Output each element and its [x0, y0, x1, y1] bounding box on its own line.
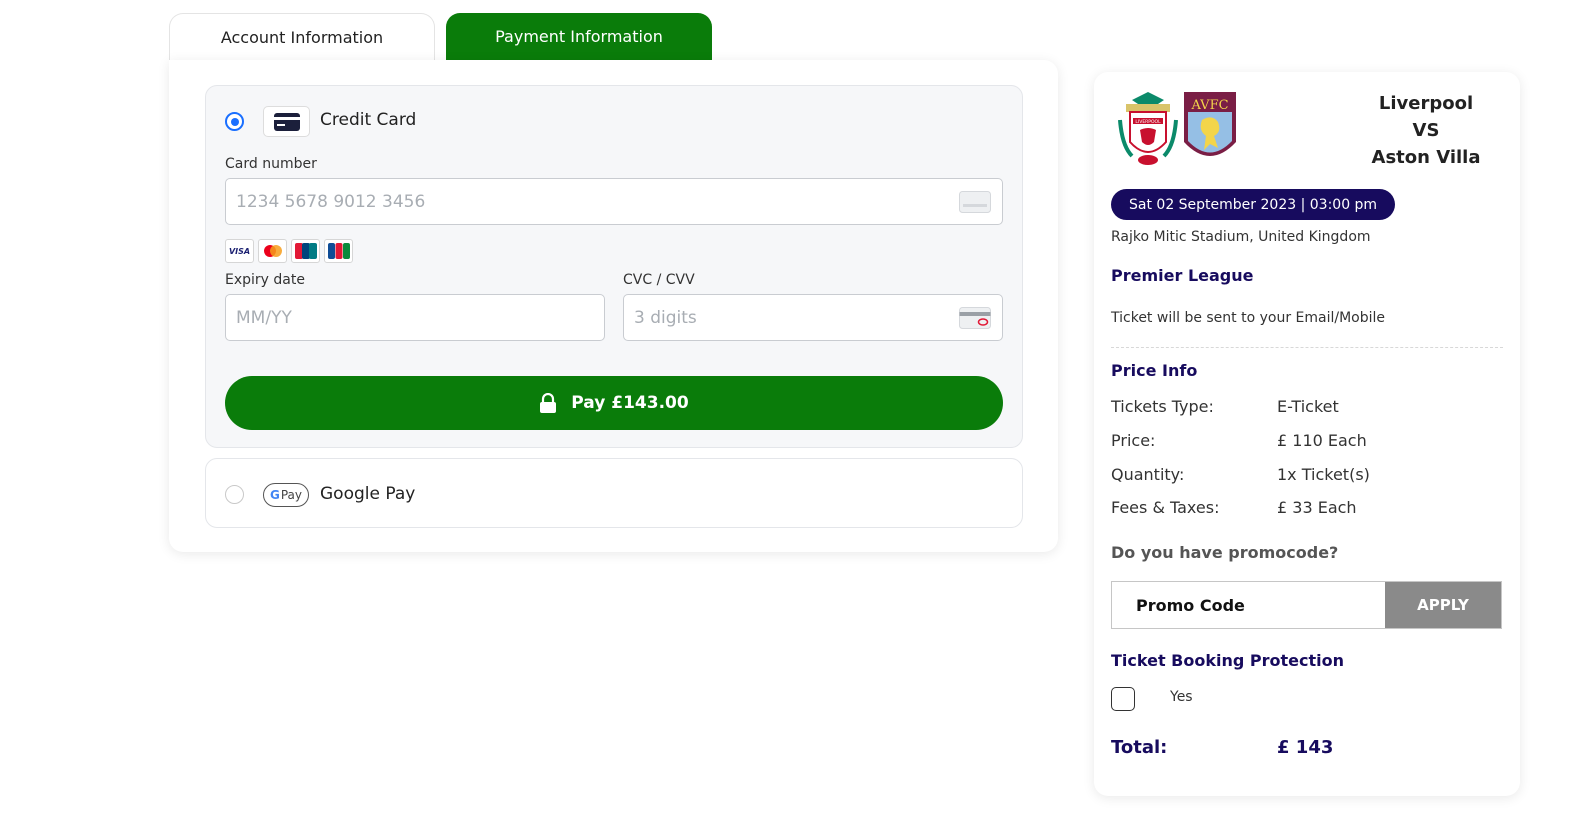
credit-card-title: Credit Card	[320, 110, 417, 130]
away-team: Aston Villa	[1371, 147, 1481, 168]
expiry-label: Expiry date	[225, 272, 305, 288]
tab-account-information[interactable]: Account Information	[169, 13, 435, 60]
booking-protection-checkbox[interactable]	[1111, 687, 1135, 711]
price-row-quantity: Quantity: 1x Ticket(s)	[1111, 465, 1370, 484]
promo-question: Do you have promocode?	[1111, 543, 1339, 562]
match-date-badge: Sat 02 September 2023 | 03:00 pm	[1111, 189, 1396, 220]
divider	[1111, 347, 1503, 348]
order-summary: LIVERPOOL AVFC Liverpool VS Aston Villa …	[1094, 72, 1520, 796]
price-info-title: Price Info	[1111, 361, 1198, 380]
google-pay-radio[interactable]	[225, 485, 244, 504]
price-row-fees: Fees & Taxes: £ 33 Each	[1111, 498, 1357, 517]
credit-card-method: Credit Card Card number VISA	[205, 85, 1023, 448]
price-row-value: £ 110 Each	[1277, 431, 1367, 450]
google-pay-icon: G Pay	[263, 483, 309, 507]
card-brands: VISA	[225, 239, 353, 263]
card-number-label: Card number	[225, 156, 317, 172]
price-row-price: Price: £ 110 Each	[1111, 431, 1367, 450]
card-number-field[interactable]	[225, 178, 1003, 225]
price-row-label: Price:	[1111, 431, 1156, 450]
price-row-value: £ 33 Each	[1277, 498, 1357, 517]
google-pay-method[interactable]: G Pay Google Pay	[205, 458, 1023, 528]
expiry-input[interactable]	[226, 295, 604, 340]
total-value: £ 143	[1277, 737, 1334, 758]
price-row-label: Fees & Taxes:	[1111, 498, 1220, 517]
liverpool-crest-icon: LIVERPOOL	[1118, 92, 1178, 165]
ticket-delivery-note: Ticket will be sent to your Email/Mobile	[1111, 310, 1386, 326]
price-row-label: Quantity:	[1111, 465, 1185, 484]
cvc-field[interactable]	[623, 294, 1003, 341]
home-team: Liverpool	[1378, 93, 1474, 114]
card-number-input[interactable]	[226, 179, 1002, 224]
cvc-input[interactable]	[624, 295, 1002, 340]
price-row-ticket-type: Tickets Type: E-Ticket	[1111, 397, 1339, 416]
promo-code-input[interactable]: Promo Code	[1112, 582, 1385, 628]
pay-button[interactable]: Pay £143.00	[225, 376, 1003, 430]
svg-text:AVFC: AVFC	[1190, 98, 1228, 113]
lock-icon	[540, 393, 557, 413]
svg-text:LIVERPOOL: LIVERPOOL	[1135, 119, 1161, 125]
vs-label: VS	[1412, 120, 1440, 141]
promo-code-form: Promo Code APPLY	[1111, 581, 1502, 629]
booking-protection-yes-label: Yes	[1170, 689, 1193, 705]
apply-promo-button[interactable]: APPLY	[1385, 582, 1501, 628]
match-teams: Liverpool VS Aston Villa	[1346, 90, 1506, 171]
visa-icon: VISA	[225, 239, 254, 263]
credit-card-icon	[263, 106, 310, 137]
venue: Rajko Mitic Stadium, United Kingdom	[1111, 229, 1371, 245]
price-row-label: Tickets Type:	[1111, 397, 1214, 416]
expiry-field[interactable]	[225, 294, 605, 341]
credit-card-radio[interactable]	[225, 112, 244, 131]
unionpay-icon	[291, 239, 320, 263]
card-outline-icon	[959, 191, 991, 213]
booking-protection-title: Ticket Booking Protection	[1111, 651, 1344, 670]
checkout-page: Account Information Payment Information …	[0, 0, 1587, 817]
mastercard-icon	[258, 239, 287, 263]
cvc-label: CVC / CVV	[623, 272, 695, 288]
cvc-card-icon	[959, 307, 991, 329]
tab-payment-information[interactable]: Payment Information	[446, 13, 712, 60]
aston-villa-crest-icon: AVFC	[1184, 92, 1236, 156]
jcb-icon	[324, 239, 353, 263]
pay-button-label: Pay £143.00	[571, 393, 689, 413]
price-row-value: 1x Ticket(s)	[1277, 465, 1370, 484]
price-row-value: E-Ticket	[1277, 397, 1339, 416]
google-pay-title: Google Pay	[320, 484, 416, 504]
payment-panel: Credit Card Card number VISA	[169, 60, 1058, 552]
total-label: Total:	[1111, 737, 1168, 758]
league-title: Premier League	[1111, 266, 1254, 285]
